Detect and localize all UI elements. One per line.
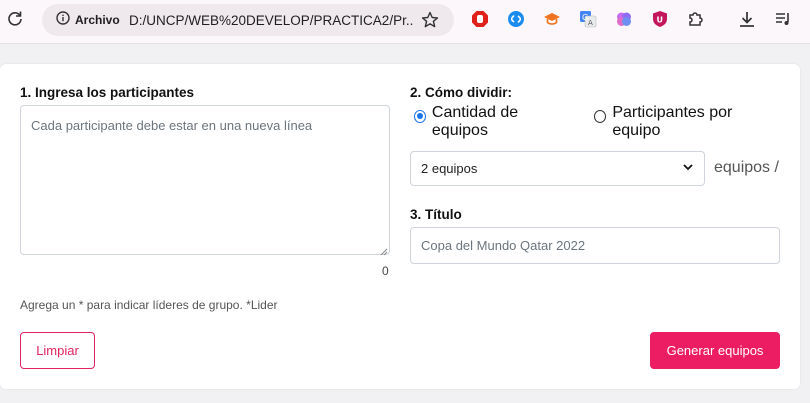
participants-label: 1. Ingresa los participantes — [20, 85, 195, 100]
resize-grip-icon[interactable] — [378, 243, 388, 256]
url-text[interactable]: D:/UNCP/WEB%20DEVELOP/PRACTICA2/Pr... — [129, 13, 414, 28]
clear-button[interactable]: Limpiar — [20, 332, 95, 369]
site-info-chip[interactable]: Archivo — [50, 9, 126, 31]
participants-textarea[interactable] — [20, 105, 390, 255]
brain-icon[interactable] — [614, 9, 634, 29]
radio-per-team-button[interactable] — [594, 110, 607, 123]
graduation-cap-icon[interactable] — [542, 9, 562, 29]
title-input[interactable] — [410, 227, 780, 264]
browser-toolbar: Archivo D:/UNCP/WEB%20DEVELOP/PRACTICA2/… — [0, 0, 810, 44]
svg-text:U: U — [657, 16, 664, 25]
participant-count: 0 — [382, 264, 389, 278]
ublock-icon[interactable]: U — [650, 9, 670, 29]
extensions-puzzle-icon[interactable] — [686, 9, 706, 29]
google-translate-icon[interactable]: GA — [578, 9, 598, 29]
info-icon — [56, 10, 70, 30]
divide-label: 2. Cómo dividir: — [410, 85, 513, 100]
download-icon[interactable] — [737, 9, 757, 29]
team-count-select[interactable]: 2 equipos — [410, 151, 705, 186]
leader-hint: Agrega un * para indicar líderes de grup… — [20, 298, 278, 312]
radio-team-count-button[interactable] — [414, 110, 426, 123]
address-bar[interactable]: Archivo D:/UNCP/WEB%20DEVELOP/PRACTICA2/… — [42, 4, 454, 36]
adblock-icon[interactable] — [470, 9, 490, 29]
team-count-select-value: 2 equipos — [421, 161, 478, 176]
title-label: 3. Título — [410, 207, 462, 222]
chevron-down-icon — [682, 161, 694, 176]
radio-team-count[interactable]: Cantidad de equipos — [414, 104, 564, 140]
teams-suffix: equipos / — [714, 159, 779, 176]
reading-list-icon[interactable] — [773, 9, 793, 29]
reload-icon[interactable] — [5, 9, 25, 29]
shazam-icon[interactable] — [506, 9, 526, 29]
site-chip-label: Archivo — [75, 13, 120, 27]
bookmark-star-icon[interactable] — [420, 10, 440, 30]
generate-teams-button[interactable]: Generar equipos — [650, 332, 780, 369]
svg-text:A: A — [588, 19, 593, 27]
radio-per-team-label[interactable]: Participantes por equipo — [612, 104, 774, 140]
radio-per-team[interactable]: Participantes por equipo — [594, 104, 774, 140]
radio-team-count-label[interactable]: Cantidad de equipos — [432, 104, 564, 140]
